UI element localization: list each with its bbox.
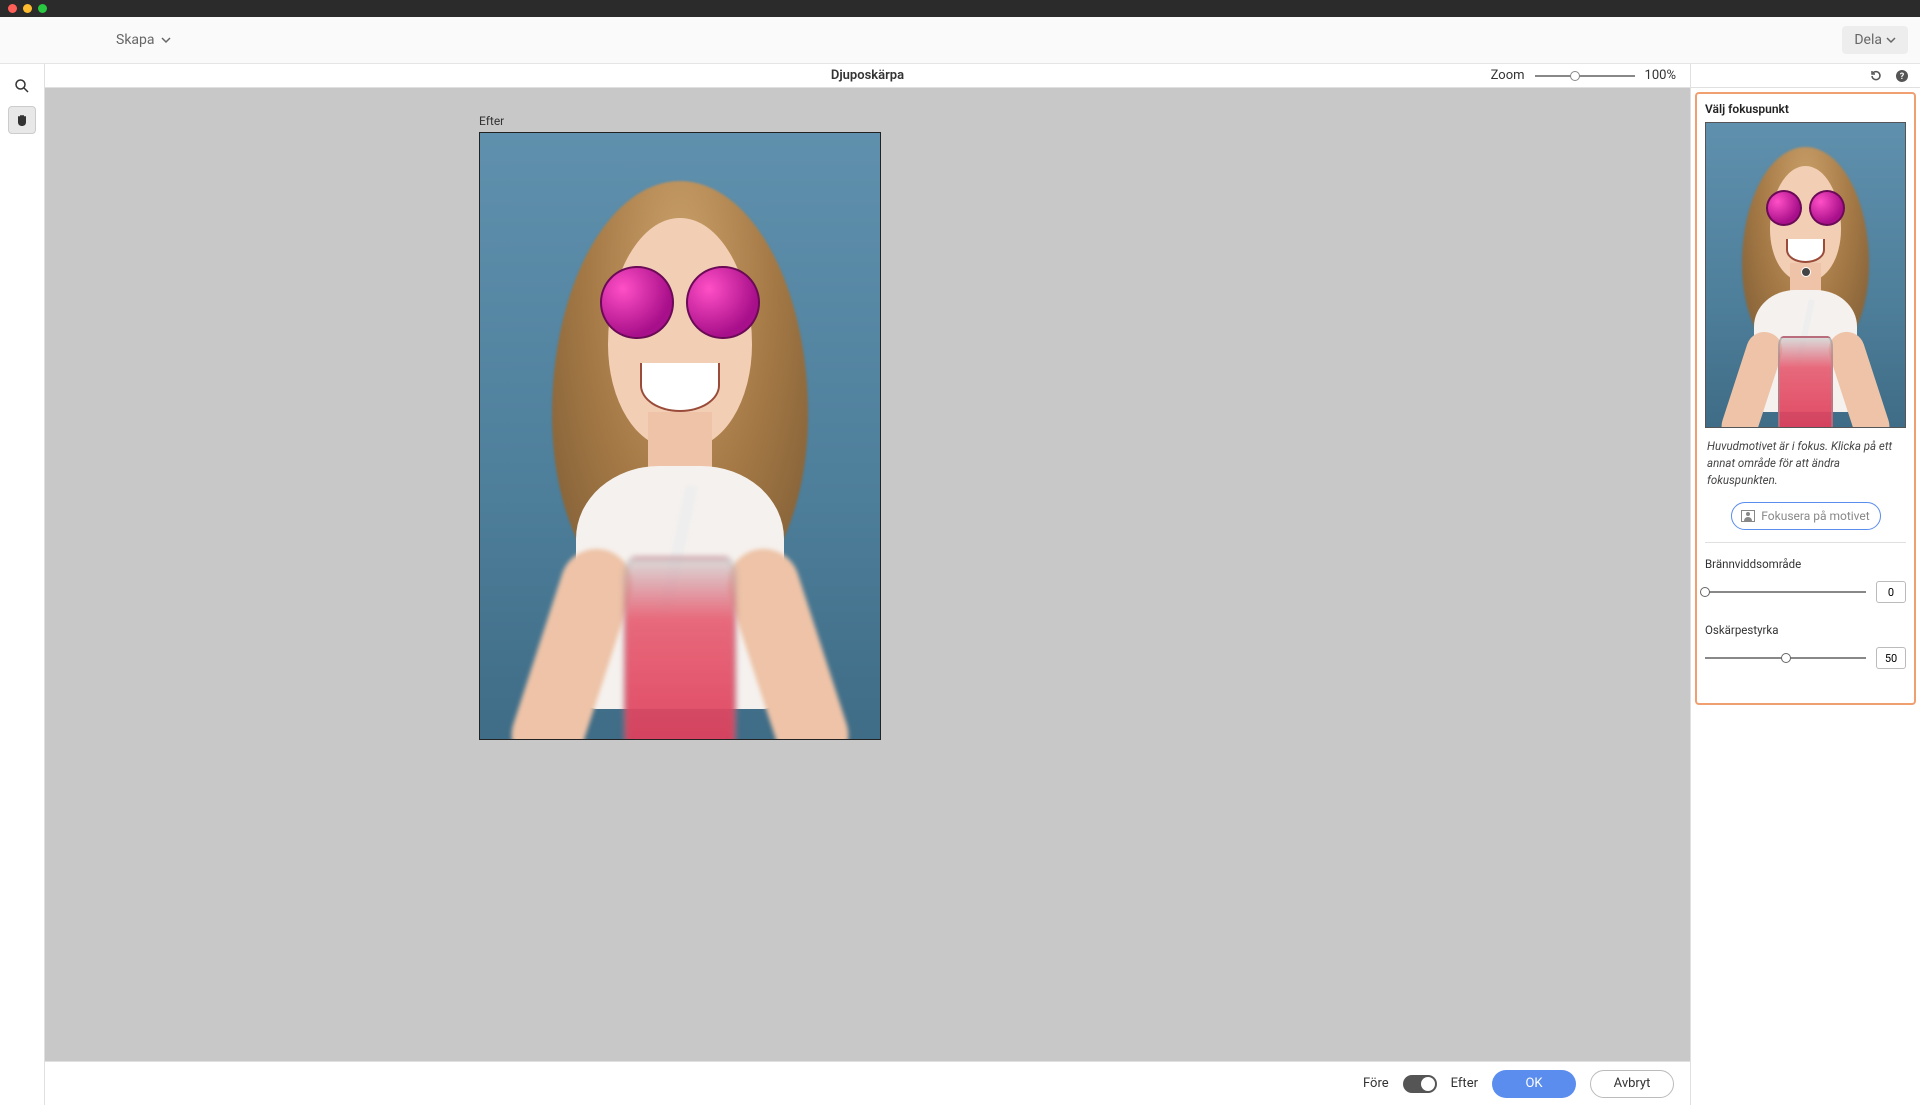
menubar: Skapa Dela xyxy=(0,17,1920,64)
center-column: Djuposkärpa Zoom 100% Efter xyxy=(45,64,1690,1105)
focus-point-marker[interactable] xyxy=(1801,267,1811,277)
menu-create[interactable]: Skapa xyxy=(116,32,171,48)
share-button[interactable]: Dela xyxy=(1842,26,1908,54)
zoom-label: Zoom xyxy=(1491,68,1525,83)
window-close-icon[interactable] xyxy=(8,4,17,13)
focal-range-slider[interactable] xyxy=(1705,591,1866,593)
blur-strength-group: Oskärpestyrka 50 xyxy=(1705,623,1906,669)
bottom-bar: Före Efter OK Avbryt xyxy=(45,1061,1690,1105)
blur-strength-thumb[interactable] xyxy=(1781,653,1791,663)
focus-subject-button[interactable]: Fokusera på motivet xyxy=(1731,502,1881,530)
svg-text:?: ? xyxy=(1900,72,1905,82)
toggle-knob xyxy=(1421,1077,1435,1091)
focus-card: Välj fokuspunkt Huvudmotivet är i fokus.… xyxy=(1695,92,1916,705)
focus-subject-label: Fokusera på motivet xyxy=(1761,509,1869,523)
blur-strength-value[interactable]: 50 xyxy=(1876,647,1906,669)
canvas-area[interactable]: Efter xyxy=(45,88,1690,1061)
zoom-tool[interactable] xyxy=(8,72,36,100)
panel-header: ? xyxy=(1691,64,1920,88)
divider xyxy=(1705,542,1906,543)
before-after-toggle[interactable] xyxy=(1403,1075,1437,1093)
focal-range-label: Brännviddsområde xyxy=(1705,557,1906,571)
window-zoom-icon[interactable] xyxy=(38,4,47,13)
right-panel: ? Välj fokuspunkt xyxy=(1690,64,1920,1105)
hand-icon xyxy=(14,112,30,128)
focal-range-value[interactable]: 0 xyxy=(1876,581,1906,603)
hand-tool[interactable] xyxy=(8,106,36,134)
before-label: Före xyxy=(1363,1076,1389,1091)
focus-title: Välj fokuspunkt xyxy=(1705,102,1906,116)
ok-button[interactable]: OK xyxy=(1492,1070,1576,1098)
zoom-slider[interactable] xyxy=(1535,75,1635,77)
reset-icon[interactable] xyxy=(1868,68,1884,84)
focal-range-thumb[interactable] xyxy=(1700,587,1710,597)
workspace-header: Djuposkärpa Zoom 100% xyxy=(45,64,1690,88)
preview-image[interactable] xyxy=(479,132,881,740)
ok-label: OK xyxy=(1525,1076,1542,1091)
tool-rail xyxy=(0,64,45,1105)
after-label: Efter xyxy=(1451,1076,1478,1091)
window-minimize-icon[interactable] xyxy=(23,4,32,13)
preview-label: Efter xyxy=(479,114,881,128)
menu-create-label: Skapa xyxy=(116,32,155,48)
share-label: Dela xyxy=(1854,32,1882,48)
zoom-value: 100% xyxy=(1645,68,1676,83)
focus-hint: Huvudmotivet är i fokus. Klicka på ett a… xyxy=(1707,438,1904,488)
blur-strength-label: Oskärpestyrka xyxy=(1705,623,1906,637)
cancel-label: Avbryt xyxy=(1614,1076,1651,1091)
focus-thumbnail[interactable] xyxy=(1705,122,1906,428)
blur-strength-slider[interactable] xyxy=(1705,657,1866,659)
portrait-icon xyxy=(1741,510,1755,522)
zoom-control: Zoom 100% xyxy=(1491,68,1676,83)
titlebar xyxy=(0,0,1920,17)
chevron-down-icon xyxy=(161,35,171,45)
workspace-title: Djuposkärpa xyxy=(831,68,904,83)
cancel-button[interactable]: Avbryt xyxy=(1590,1070,1674,1098)
zoom-slider-thumb[interactable] xyxy=(1570,71,1580,81)
help-icon[interactable]: ? xyxy=(1894,68,1910,84)
magnifier-icon xyxy=(14,78,30,94)
chevron-down-icon xyxy=(1886,35,1896,45)
focal-range-group: Brännviddsområde 0 xyxy=(1705,557,1906,603)
